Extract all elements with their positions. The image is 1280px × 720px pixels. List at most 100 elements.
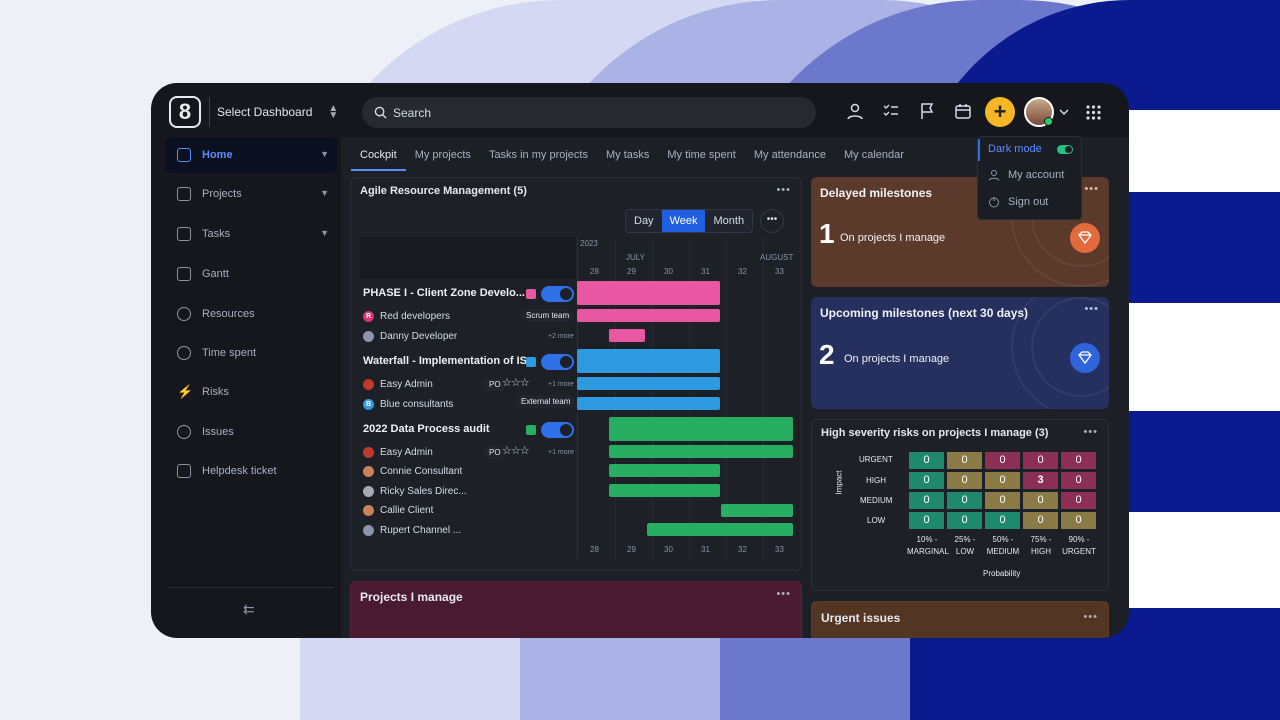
gantt-bar[interactable] xyxy=(609,445,793,458)
view-day-button[interactable]: Day xyxy=(626,210,662,232)
risk-cell[interactable]: 0 xyxy=(985,452,1020,469)
gantt-options-button[interactable]: ••• xyxy=(760,209,784,233)
project-name[interactable]: PHASE I - Client Zone Develo... xyxy=(363,287,525,299)
sidebar-item-issues[interactable]: Issues xyxy=(165,414,337,450)
bg-stripe xyxy=(1110,303,1280,411)
checklist-icon[interactable] xyxy=(882,102,900,120)
risk-cell[interactable]: 0 xyxy=(1061,492,1096,509)
risk-cell[interactable]: 0 xyxy=(1023,492,1058,509)
more-options-icon[interactable]: ••• xyxy=(776,588,791,600)
risk-cell[interactable]: 0 xyxy=(1023,452,1058,469)
toggle-switch[interactable] xyxy=(541,422,574,438)
select-dashboard[interactable]: Select Dashboard ▲ ▼ xyxy=(209,97,338,127)
tab-cockpit[interactable]: Cockpit xyxy=(351,141,406,171)
sidebar-item-tasks[interactable]: Tasks ▼ xyxy=(165,216,337,252)
risk-cell[interactable]: 0 xyxy=(1061,452,1096,469)
risk-cell[interactable]: 0 xyxy=(947,452,982,469)
risk-col-pct: 50% - xyxy=(992,535,1014,544)
toggle-switch[interactable] xyxy=(541,354,574,370)
gantt-bar[interactable] xyxy=(609,417,793,441)
gantt-bar[interactable] xyxy=(609,329,645,342)
risk-cell[interactable]: 3 xyxy=(1023,472,1058,489)
more-options-icon[interactable]: ••• xyxy=(1084,303,1099,315)
resource-row: Rupert Channel ... xyxy=(363,525,461,536)
gantt-bar[interactable] xyxy=(609,484,720,497)
upcoming-milestones-card[interactable]: Upcoming milestones (next 30 days) ••• 2… xyxy=(811,297,1109,409)
tab-tasks-in-my-projects[interactable]: Tasks in my projects xyxy=(480,141,597,171)
risk-cell[interactable]: 0 xyxy=(1061,472,1096,489)
gantt-bar[interactable] xyxy=(647,523,793,536)
sidebar-item-home[interactable]: Home ▼ xyxy=(165,137,337,173)
gantt-week: 32 xyxy=(738,545,747,554)
chevron-down-icon[interactable] xyxy=(1059,108,1069,116)
resource-name: Red developers xyxy=(380,311,451,322)
risks-icon: ⚡ xyxy=(177,384,194,399)
gantt-bar[interactable] xyxy=(609,464,720,477)
tab-my-projects[interactable]: My projects xyxy=(406,141,480,171)
my-account-item[interactable]: My account xyxy=(988,169,1064,181)
user-icon[interactable] xyxy=(846,102,864,120)
gantt-bar[interactable] xyxy=(577,397,720,410)
more-link[interactable]: +1 more xyxy=(548,381,574,388)
flag-icon[interactable] xyxy=(918,102,936,120)
sidebar-item-gantt[interactable]: Gantt xyxy=(165,256,337,292)
risk-col-pct: 10% - xyxy=(916,535,938,544)
tab-my-tasks[interactable]: My tasks xyxy=(597,141,658,171)
add-button[interactable]: + xyxy=(985,97,1015,127)
more-options-icon[interactable]: ••• xyxy=(1084,183,1099,195)
apps-grid-icon[interactable] xyxy=(1086,105,1101,120)
updown-chevron-icon: ▲ ▼ xyxy=(328,103,339,121)
risk-cell[interactable]: 0 xyxy=(1061,512,1096,529)
risk-cell[interactable]: 0 xyxy=(909,512,944,529)
calendar-icon[interactable] xyxy=(954,102,972,120)
risk-cell[interactable]: 0 xyxy=(909,472,944,489)
sidebar-item-projects[interactable]: Projects ▼ xyxy=(165,176,337,212)
risk-cell[interactable]: 0 xyxy=(947,512,982,529)
risk-cell[interactable]: 0 xyxy=(1023,512,1058,529)
star-rating-icon[interactable]: ☆☆☆ xyxy=(502,376,530,389)
collapse-sidebar-icon[interactable]: ⇇ xyxy=(243,601,255,618)
risk-cell[interactable]: 0 xyxy=(909,492,944,509)
view-month-button[interactable]: Month xyxy=(705,210,752,232)
risk-row-label: LOW xyxy=(867,516,886,525)
sidebar-item-helpdesk[interactable]: Helpdesk ticket xyxy=(165,453,337,489)
more-options-icon[interactable]: ••• xyxy=(1083,426,1098,438)
sidebar-item-time-spent[interactable]: Time spent xyxy=(165,335,337,371)
risk-cell[interactable]: 0 xyxy=(947,492,982,509)
sign-out-item[interactable]: Sign out xyxy=(988,196,1048,208)
view-week-button[interactable]: Week xyxy=(661,210,706,232)
sidebar-item-resources[interactable]: Resources xyxy=(165,296,337,332)
more-options-icon[interactable]: ••• xyxy=(1083,611,1098,623)
tab-my-time-spent[interactable]: My time spent xyxy=(658,141,744,171)
gantt-bar[interactable] xyxy=(577,281,720,305)
risk-cell[interactable]: 0 xyxy=(985,512,1020,529)
dark-mode-toggle[interactable] xyxy=(1056,144,1073,154)
gantt-bar[interactable] xyxy=(577,349,720,373)
resource-name: Ricky Sales Direc... xyxy=(380,486,467,497)
tasks-icon xyxy=(177,227,191,241)
risk-cell[interactable]: 0 xyxy=(909,452,944,469)
gantt-bar[interactable] xyxy=(577,309,720,322)
star-rating-icon[interactable]: ☆☆☆ xyxy=(502,444,530,457)
search-input[interactable]: Search xyxy=(362,97,816,128)
dark-mode-item[interactable]: Dark mode xyxy=(988,143,1073,155)
toggle-switch[interactable] xyxy=(541,286,574,302)
sidebar-item-label: Time spent xyxy=(202,347,257,359)
more-link[interactable]: +1 more xyxy=(548,449,574,456)
tab-my-calendar[interactable]: My calendar xyxy=(835,141,913,171)
risk-cell[interactable]: 0 xyxy=(985,492,1020,509)
gantt-bar[interactable] xyxy=(721,504,793,517)
sidebar-item-risks[interactable]: ⚡ Risks xyxy=(165,374,337,410)
risk-cell[interactable]: 0 xyxy=(947,472,982,489)
color-swatch xyxy=(526,289,536,299)
gantt-bar[interactable] xyxy=(577,377,720,390)
risk-cell[interactable]: 0 xyxy=(985,472,1020,489)
more-options-icon[interactable]: ••• xyxy=(776,184,791,196)
project-name[interactable]: 2022 Data Process audit xyxy=(363,423,490,435)
tab-my-attendance[interactable]: My attendance xyxy=(745,141,835,171)
project-name[interactable]: Waterfall - Implementation of IS xyxy=(363,355,527,367)
power-icon xyxy=(989,197,999,208)
more-link[interactable]: +2 more xyxy=(548,333,574,340)
milestone-count: 1 xyxy=(819,218,835,249)
logo[interactable]: 8 xyxy=(169,96,201,128)
